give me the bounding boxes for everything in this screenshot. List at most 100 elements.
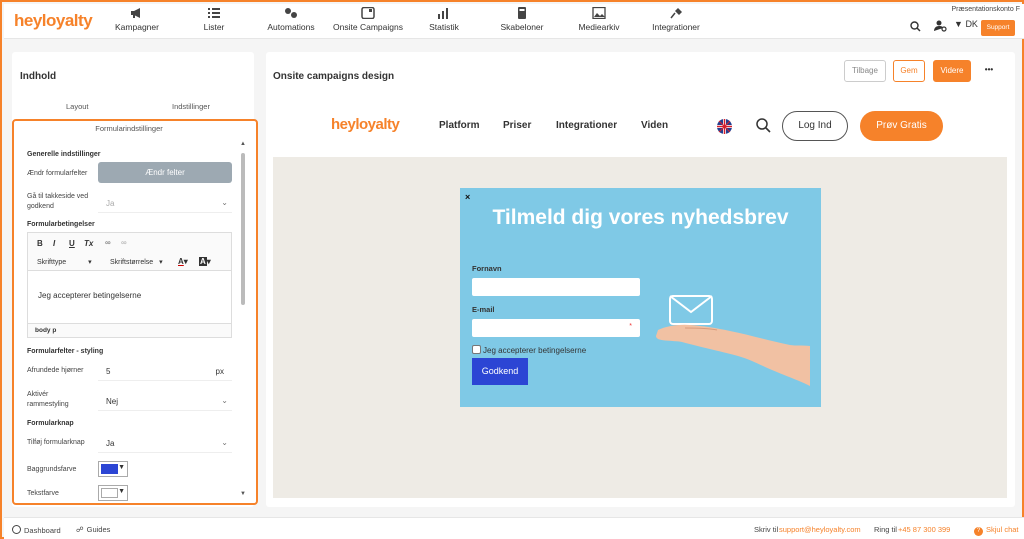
nav-statistik[interactable]: Statistik <box>424 7 464 37</box>
general-settings-heading: Generelle indstillinger <box>27 151 101 158</box>
support-button[interactable]: Support <box>981 20 1015 36</box>
nav-kampagner[interactable]: Kampagner <box>112 7 162 37</box>
site-nav-platform[interactable]: Platform <box>439 120 480 131</box>
panel-tabs: Layout Indstillinger <box>12 100 254 118</box>
account-name[interactable]: Præsentationskonto F <box>952 6 1020 13</box>
nav-onsite-campaigns[interactable]: Onsite Campaigns <box>332 7 404 37</box>
top-navigation: heyloyalty Kampagner Lister Automations … <box>4 4 1024 39</box>
site-nav-integrationer[interactable]: Integrationer <box>556 120 617 131</box>
terms-checkbox[interactable] <box>472 345 481 354</box>
text-color-icon[interactable]: A▾ <box>178 257 188 266</box>
nav-integrationer[interactable]: Integrationer <box>649 7 703 37</box>
search-icon[interactable] <box>910 21 921 32</box>
border-value: Nej <box>106 397 119 406</box>
guides-link[interactable]: ☍ Guides <box>76 525 110 534</box>
editor-content[interactable]: Jeg accepterer betingelserne <box>38 291 141 300</box>
form-settings-title: Formularindstillinger <box>95 124 163 133</box>
bg-color-icon[interactable]: A▾ <box>199 257 211 266</box>
link-icon[interactable]: ∞ <box>105 238 111 247</box>
language-selector[interactable]: ▼ DK <box>954 19 978 29</box>
rounded-corners-label: Afrundede hjørner <box>27 367 84 374</box>
underline-icon[interactable]: U <box>69 239 75 248</box>
site-nav-priser[interactable]: Priser <box>503 120 531 131</box>
add-button-select[interactable]: Ja ⌄ <box>98 433 232 453</box>
email-field[interactable]: * <box>472 319 640 337</box>
language-label: DK <box>965 19 978 29</box>
app-frame: heyloyalty Kampagner Lister Automations … <box>0 0 1024 539</box>
nav-mediearkiv[interactable]: Mediearkiv <box>575 7 623 37</box>
scrollbar[interactable]: ▲ ▼ <box>240 141 246 497</box>
conditions-heading: Formularbetingelser <box>27 221 95 228</box>
tab-settings[interactable]: Indstillinger <box>172 102 210 111</box>
dashboard-link[interactable]: Dashboard <box>12 525 61 535</box>
onsite-icon <box>361 7 375 19</box>
bg-color-label: Baggrundsfarve <box>27 466 77 473</box>
change-fields-button[interactable]: Ændr felter <box>98 162 232 183</box>
caret-down-icon: ▼ <box>118 488 125 495</box>
nav-label: Skabeloner <box>500 22 544 32</box>
nav-label: Kampagner <box>115 22 159 32</box>
border-styling-select[interactable]: Nej ⌄ <box>98 391 232 411</box>
scrollbar-thumb[interactable] <box>241 153 245 305</box>
styling-heading: Formularfelter - styling <box>27 348 104 355</box>
more-options-icon[interactable]: ••• <box>978 60 1000 82</box>
thankyou-select[interactable]: Ja ⌄ <box>98 193 232 213</box>
save-button[interactable]: Gem <box>893 60 925 82</box>
chart-icon <box>438 8 448 19</box>
editor-path: body p <box>28 323 231 337</box>
chevron-down-icon: ⌄ <box>221 396 228 405</box>
form-button-heading: Formularknap <box>27 420 74 427</box>
terms-label: Jeg accepterer betingelserne <box>483 346 587 355</box>
nav-label: Statistik <box>429 22 459 32</box>
name-label: Fornavn <box>472 264 502 273</box>
login-button[interactable]: Log Ind <box>782 111 848 141</box>
font-size-select[interactable]: Skriftstørrelse ▾ <box>110 258 163 266</box>
font-type-select[interactable]: Skrifttype ▾ <box>37 258 92 266</box>
support-email-link[interactable]: support@heyloyalty.com <box>779 525 861 534</box>
user-settings-icon[interactable] <box>934 20 947 32</box>
newsletter-popup: × Tilmeld dig vores nyhedsbrev Fornavn E… <box>460 188 821 407</box>
bold-icon[interactable]: B <box>37 239 43 248</box>
site-logo: heyloyalty <box>331 116 400 133</box>
rounded-corners-input[interactable]: 5 px <box>98 361 232 381</box>
support-phone-link[interactable]: +45 87 300 399 <box>898 525 950 534</box>
rich-text-editor[interactable]: B I U Tx ∞ ∞ Skrifttype ▾ Skriftstørrels… <box>27 232 232 338</box>
image-icon <box>592 7 606 19</box>
nav-label: Integrationer <box>652 22 700 32</box>
brand-logo[interactable]: heyloyalty <box>14 11 93 31</box>
terms-checkbox-row[interactable]: Jeg accepterer betingelserne <box>472 345 586 355</box>
nav-lister[interactable]: Lister <box>194 7 234 37</box>
unlink-icon[interactable]: ∞ <box>121 238 127 247</box>
chevron-down-icon: ⌄ <box>221 198 228 207</box>
clear-format-icon[interactable]: Tx <box>84 239 93 248</box>
site-nav-viden[interactable]: Viden <box>641 120 668 131</box>
uk-flag-icon[interactable] <box>717 119 732 134</box>
template-icon <box>518 7 526 19</box>
try-free-button[interactable]: Prøv Gratis <box>860 111 943 141</box>
text-color-label: Tekstfarve <box>27 490 59 497</box>
plug-icon <box>670 8 682 19</box>
submit-button[interactable]: Godkend <box>472 358 528 385</box>
nav-label: Onsite Campaigns <box>333 22 403 32</box>
site-search-icon[interactable] <box>756 118 771 133</box>
tab-layout[interactable]: Layout <box>66 102 89 111</box>
caret-down-icon: ▼ <box>954 19 963 29</box>
guides-icon: ☍ <box>76 525 84 534</box>
dashboard-icon <box>12 525 21 534</box>
scroll-up-icon[interactable]: ▲ <box>240 141 246 147</box>
add-button-value: Ja <box>106 439 115 448</box>
name-field[interactable] <box>472 278 640 296</box>
back-button[interactable]: Tilbage <box>844 60 886 82</box>
close-icon[interactable]: × <box>465 192 470 202</box>
text-color-picker[interactable]: ▼ <box>98 485 128 501</box>
hide-chat-button[interactable]: ? Skjul chat <box>974 525 1019 536</box>
nav-automations[interactable]: Automations <box>264 7 318 37</box>
bg-color-picker[interactable]: ▼ <box>98 461 128 477</box>
next-button[interactable]: Videre <box>933 60 971 82</box>
italic-icon[interactable]: I <box>53 239 55 248</box>
panel-title: Indhold <box>20 71 57 82</box>
footer-bar: Dashboard ☍ Guides Skriv til support@heyl… <box>4 517 1024 539</box>
caret-down-icon: ▼ <box>118 464 125 471</box>
scroll-down-icon[interactable]: ▼ <box>240 491 246 497</box>
nav-skabeloner[interactable]: Skabeloner <box>498 7 546 37</box>
